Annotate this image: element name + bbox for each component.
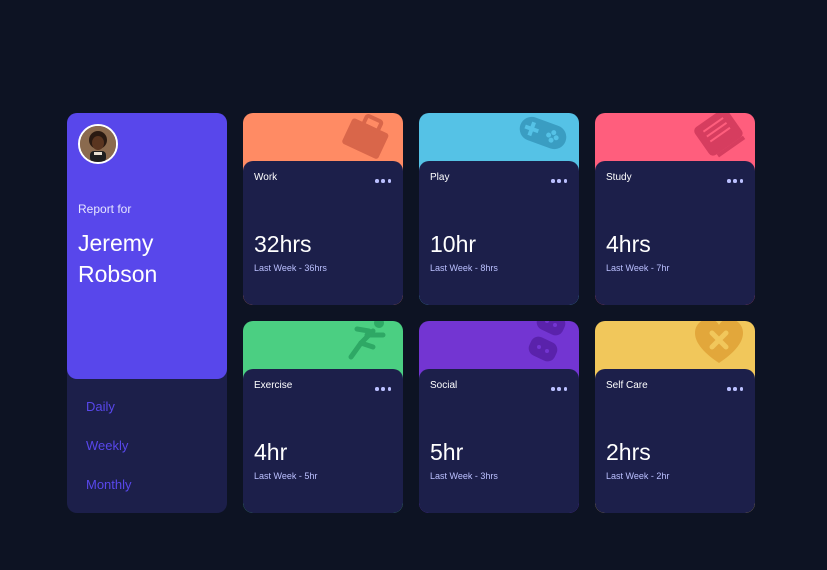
ellipsis-icon[interactable]: [375, 387, 391, 391]
current-hours: 10hr: [430, 231, 477, 257]
previous-hours: Last Week - 7hr: [606, 263, 670, 273]
current-hours: 5hr: [430, 439, 464, 465]
avatar-image: [80, 126, 116, 162]
book-icon: [694, 113, 746, 158]
card-body: Study 4hrs Last Week - 7hr: [595, 161, 755, 305]
activity-card-self-care[interactable]: Self Care 2hrs Last Week - 2hr: [595, 321, 755, 513]
activity-card-exercise[interactable]: Exercise 4hr Last Week - 5hr: [243, 321, 403, 513]
activity-card-work[interactable]: Work 32hrs Last Week - 36hrs: [243, 113, 403, 305]
period-daily[interactable]: Daily: [86, 399, 115, 414]
previous-hours: Last Week - 36hrs: [254, 263, 327, 273]
avatar: [78, 124, 118, 164]
current-hours: 32hrs: [254, 231, 312, 257]
current-hours: 4hrs: [606, 231, 651, 257]
activity-card-study[interactable]: Study 4hrs Last Week - 7hr: [595, 113, 755, 305]
activity-card-social[interactable]: Social 5hr Last Week - 3hrs: [419, 321, 579, 513]
previous-hours: Last Week - 8hrs: [430, 263, 498, 273]
previous-hours: Last Week - 2hr: [606, 471, 670, 481]
card-title: Social: [430, 380, 458, 391]
profile-header: Report for Jeremy Robson: [67, 113, 227, 379]
controllers-icon: [528, 321, 566, 362]
time-tracking-dashboard: Report for Jeremy Robson Daily Weekly Mo…: [0, 0, 827, 570]
profile-card: Report for Jeremy Robson Daily Weekly Mo…: [67, 113, 227, 513]
runner-icon: [348, 321, 386, 360]
card-body: Exercise 4hr Last Week - 5hr: [243, 369, 403, 513]
activity-card-play[interactable]: Play 10hr Last Week - 8hrs: [419, 113, 579, 305]
ellipsis-icon[interactable]: [727, 387, 743, 391]
card-body: Play 10hr Last Week - 8hrs: [419, 161, 579, 305]
card-title: Work: [254, 172, 278, 183]
user-name: Jeremy Robson: [78, 230, 158, 287]
previous-hours: Last Week - 5hr: [254, 471, 318, 481]
card-title: Play: [430, 172, 450, 183]
card-title: Study: [606, 172, 632, 183]
period-weekly[interactable]: Weekly: [86, 438, 128, 453]
briefcase-icon: [342, 113, 389, 159]
ellipsis-icon[interactable]: [375, 179, 391, 183]
gamepad-icon: [519, 116, 567, 150]
card-body: Social 5hr Last Week - 3hrs: [419, 369, 579, 513]
report-for-label: Report for: [78, 202, 132, 216]
current-hours: 4hr: [254, 439, 288, 465]
card-title: Exercise: [254, 380, 293, 391]
ellipsis-icon[interactable]: [551, 387, 567, 391]
heart-bandage-icon: [695, 321, 743, 363]
current-hours: 2hrs: [606, 439, 651, 465]
previous-hours: Last Week - 3hrs: [430, 471, 498, 481]
card-title: Self Care: [606, 380, 648, 391]
card-body: Self Care 2hrs Last Week - 2hr: [595, 369, 755, 513]
ellipsis-icon[interactable]: [727, 179, 743, 183]
card-body: Work 32hrs Last Week - 36hrs: [243, 161, 403, 305]
period-monthly[interactable]: Monthly: [86, 477, 132, 492]
ellipsis-icon[interactable]: [551, 179, 567, 183]
